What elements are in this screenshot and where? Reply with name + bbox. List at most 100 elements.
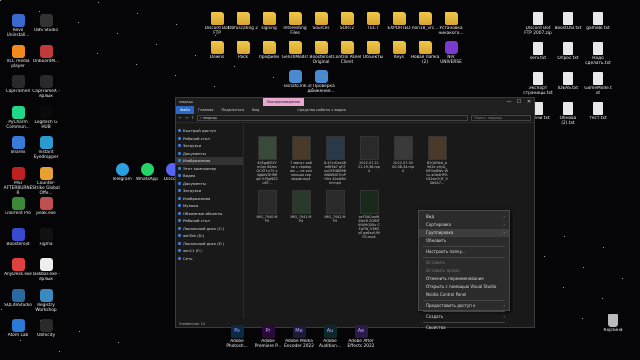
desktop-folder[interactable]: NIV UNIVERSE — [436, 41, 466, 65]
adobe-shortcut[interactable]: Me Adobe Media Encoder 2022 — [284, 325, 314, 349]
desktop-shortcut[interactable]: OnboardM... — [31, 44, 61, 64]
nav-item[interactable]: Изображения — [176, 157, 243, 165]
desktop-text-file[interactable]: Обнова (2).txt — [553, 102, 583, 126]
desktop-shortcut[interactable]: uTorrent Pro — [3, 197, 33, 216]
nav-item[interactable]: Загрузки — [176, 142, 243, 150]
nav-item[interactable]: Изображения — [176, 195, 243, 203]
video-file-tile[interactable]: IMG_7042.MP4 — [324, 190, 346, 223]
desktop-shortcut[interactable]: Obfocity — [31, 319, 61, 338]
desktop-shortcut[interactable]: Registry Workshop — [31, 288, 61, 313]
desktop-text-file[interactable]: Экспорт страницы.txt — [523, 72, 553, 96]
context-menu-item[interactable]: Обновить — [419, 237, 509, 245]
desktop-shortcut[interactable]: CapFrameX - ярлык — [31, 75, 61, 99]
nav-item[interactable]: Локальный диск (C:) — [176, 225, 243, 233]
nav-item[interactable]: Рабочий стол — [176, 217, 243, 225]
window-titlebar[interactable]: людець Воспроизведение — ☐ ✕ — [176, 98, 534, 106]
nav-item[interactable]: Сеть — [176, 255, 243, 263]
desktop-shortcut[interactable]: Revo Uninstall... — [3, 14, 33, 38]
context-menu-item[interactable]: Вид › — [419, 213, 509, 221]
adobe-shortcut[interactable]: Pr Adobe Premiere P... — [253, 325, 283, 349]
search-input[interactable]: Поиск: людець — [471, 115, 531, 121]
desktop-shortcut[interactable]: Figma — [31, 227, 61, 247]
desktop-text-file[interactable]: gamebl.txt — [583, 12, 613, 31]
desktop-shortcut[interactable]: VLC media player — [3, 44, 33, 69]
video-file-tile[interactable]: 4EEgdEEZYm0pr 8AmsOCXTf-x7S x4gbbVGH9Rqd… — [256, 136, 278, 185]
ribbon-tab-share[interactable]: Поделиться — [217, 108, 248, 112]
nav-item[interactable]: Документы — [176, 150, 243, 158]
context-menu-item[interactable]: Открыть с помощью Visual Studio — [419, 283, 509, 291]
context-menu-item[interactable]: Настроить папку... — [419, 248, 509, 256]
desktop-shortcut[interactable]: Instant Eyedropper — [31, 136, 61, 160]
back-arrow-icon[interactable]: ← — [179, 116, 182, 120]
forward-arrow-icon[interactable]: → — [185, 116, 188, 120]
up-arrow-icon[interactable]: ↑ — [191, 116, 194, 120]
minimize-button[interactable]: — — [504, 99, 514, 105]
context-menu-item[interactable]: Отменить переименование — [419, 275, 509, 283]
close-button[interactable]: ✕ — [524, 99, 534, 105]
desktop-shortcut[interactable]: Taskbar.exe - ярлык — [31, 258, 61, 282]
desktop-text-file[interactable]: GameMode.txt — [583, 72, 613, 96]
nav-item[interactable]: Документы — [176, 180, 243, 188]
adobe-shortcut[interactable]: Ps Adobe Photosh... — [222, 325, 252, 349]
desktop-shortcut[interactable]: Atom Lab — [3, 319, 33, 338]
video-file-tile[interactable]: B2QtINkA_b9d2e p9yA_NFOw6Wv WLc-sGb4HPG … — [426, 136, 448, 185]
desktop-text-file[interactable]: Опрос.txt — [553, 42, 583, 61]
video-file-tile[interactable]: 2022-07-30 00-08-34.mp4 — [392, 136, 414, 173]
video-file-tile[interactable]: 2022-07-21 21-19-36.mp4 — [358, 136, 380, 173]
ribbon-tab-view[interactable]: Вид — [248, 108, 263, 112]
maximize-button[interactable]: ☐ — [514, 99, 524, 105]
address-bar[interactable]: › людець — [197, 115, 468, 121]
desktop-shortcut[interactable]: peak.exe — [31, 197, 61, 216]
ribbon-tab-file[interactable]: Файл — [176, 106, 194, 114]
video-file-tile[interactable]: 8-47crDxk48mRf3b7 qFZuxGYE4BB98 ANWKGi7m… — [324, 136, 346, 185]
desktop-shortcut[interactable]: CapFrameX — [3, 75, 33, 94]
desktop-shortcut[interactable]: PyCharm Commun... — [3, 105, 33, 130]
nav-item[interactable]: Рабочий стол — [176, 135, 243, 143]
desktop-shortcut[interactable]: MSI AFTERBURNER — [3, 166, 33, 196]
desktop-text-file[interactable]: Discord Bot FTP 2007.zip — [523, 12, 553, 36]
context-menu-item-label: Вставить — [426, 260, 446, 265]
context-menu-item[interactable]: Сортировка › — [419, 221, 509, 229]
nav-item-label: Музыка — [183, 203, 199, 208]
video-file-tile[interactable]: IMG_7041.MP4 — [290, 190, 312, 223]
desktop-text-file[interactable]: serv.txt — [523, 42, 553, 61]
desktop-shortcut[interactable]: Sharex — [3, 136, 33, 155]
desktop-text-file[interactable]: тест.txt — [583, 102, 613, 121]
nav-item[interactable]: Этот компьютер — [176, 165, 243, 173]
ribbon-context-tab[interactable]: Воспроизведение — [263, 98, 304, 106]
nav-item[interactable]: Локальный диск (E:) — [176, 240, 243, 248]
desktop-folder[interactable]: Установка никакого... — [436, 12, 466, 36]
nav-item[interactable]: Музыка — [176, 202, 243, 210]
adobe-shortcut[interactable]: Au Adobe Audition... — [315, 325, 345, 349]
desktop-shortcut[interactable]: AnyDesk.exe — [3, 258, 33, 277]
context-menu-item[interactable]: Группировка › — [419, 229, 509, 237]
desktop-shortcut[interactable]: SQLiteStudio — [3, 288, 33, 308]
nav-item[interactable]: Быстрый доступ — [176, 127, 243, 135]
menu-separator — [423, 311, 505, 312]
context-menu-item[interactable]: Nvidia Control Panel — [419, 291, 509, 299]
desktop-shortcut[interactable]: OBS Studio — [31, 14, 61, 33]
adobe-shortcut[interactable]: Ae Adobe After Effects 2022 — [346, 325, 376, 349]
video-file-tile[interactable]: IMG_7040.MP4 — [256, 190, 278, 223]
nav-item[interactable]: Объемные объекты — [176, 210, 243, 218]
ribbon-video-tools[interactable]: Средства работы с видео — [293, 108, 349, 112]
context-menu-item[interactable]: Предоставить доступ к › — [419, 302, 509, 310]
recycle-bin-icon-group[interactable]: Корзина — [598, 314, 628, 333]
nav-item[interactable]: Видео — [176, 172, 243, 180]
context-menu-item[interactable]: Свойства — [419, 324, 509, 332]
nav-item[interactable]: win11 (F:) — [176, 247, 243, 255]
nav-item-icon — [178, 129, 181, 132]
desktop-shortcut[interactable]: Logitech G HUB — [31, 105, 61, 130]
nav-item[interactable]: winTah (D:) — [176, 232, 243, 240]
context-menu-item[interactable]: Создать › — [419, 313, 509, 321]
desktop-text-file[interactable]: BoostOSI.txt — [553, 12, 583, 31]
nav-item[interactable]: Загрузки — [176, 187, 243, 195]
video-file-tile[interactable]: ocF5AOuoWZwVR ZGfNTKiWHQ5Xv CFgTW_V3KOs0… — [358, 190, 380, 239]
desktop-text-file[interactable]: Надо сделать.txt — [583, 42, 613, 66]
desktop-shortcut[interactable]: Counter-Strike Global Offe... — [31, 166, 61, 196]
ribbon-tab-home[interactable]: Главная — [194, 108, 218, 112]
desktop-file[interactable]: 3) Проверка движения... — [306, 70, 336, 94]
desktop-shortcut[interactable]: Boosteroid — [3, 227, 33, 247]
video-file-tile[interactable]: 7 минут хайпа с сервером — не коллекция … — [290, 136, 312, 181]
desktop-text-file[interactable]: IDEAS.txt — [553, 72, 583, 91]
